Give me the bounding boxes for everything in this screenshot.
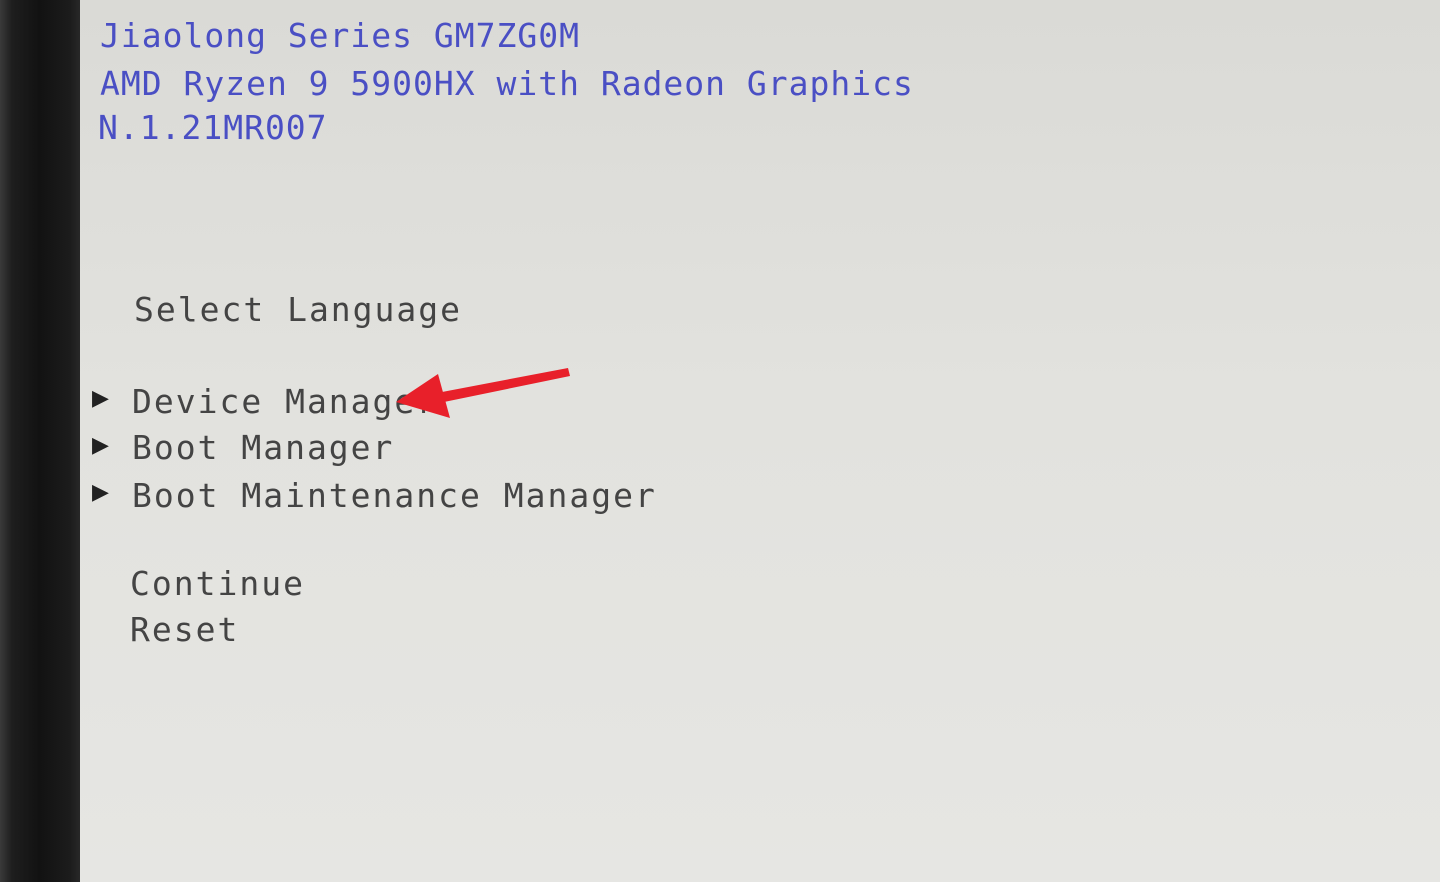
triangle-right-icon: ▶ [92,480,109,505]
triangle-right-icon: ▶ [92,386,109,411]
model-line: Jiaolong Series GM7ZG0M [100,16,580,55]
cpu-line: AMD Ryzen 9 5900HX with Radeon Graphics [100,64,914,103]
triangle-right-icon: ▶ [92,433,109,458]
red-arrow-icon [396,368,570,418]
continue-item[interactable]: Continue [130,564,305,603]
reset-item[interactable]: Reset [130,610,239,649]
bios-screen: Jiaolong Series GM7ZG0M AMD Ryzen 9 5900… [80,0,1440,882]
monitor-bezel [0,0,82,882]
submenu-label: Boot Manager [132,428,395,467]
submenu-label: Boot Maintenance Manager [132,476,657,515]
select-language-item[interactable]: Select Language [134,290,462,329]
photo-frame: Jiaolong Series GM7ZG0M AMD Ryzen 9 5900… [0,0,1440,882]
firmware-version: N.1.21MR007 [98,108,328,147]
